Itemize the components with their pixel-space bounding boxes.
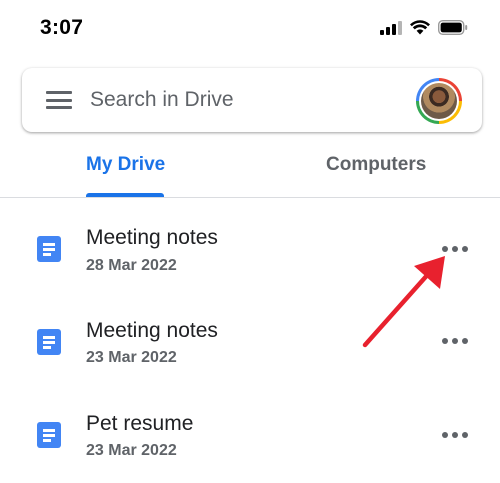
- annotation-arrow-icon: [362, 256, 445, 348]
